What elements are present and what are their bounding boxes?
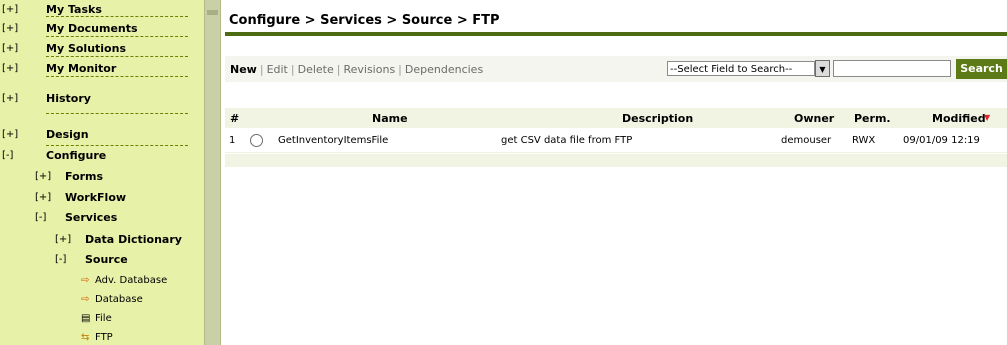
sidebar-item-design[interactable]: [+] Design	[0, 125, 204, 145]
sidebar-item-forms[interactable]: [+] Forms	[0, 167, 204, 187]
sidebar-item-workflow[interactable]: [+] WorkFlow	[0, 188, 204, 208]
sidebar-item-label[interactable]: Data Dictionary	[85, 230, 182, 250]
sidebar-item-history[interactable]: [+] History	[0, 89, 204, 109]
expand-toggle[interactable]: [+]	[2, 89, 18, 109]
ftp-icon: ⇆	[81, 332, 90, 343]
leaf-label[interactable]: Database	[95, 294, 143, 305]
expand-toggle[interactable]: [+]	[55, 230, 71, 250]
leaf-label[interactable]: File	[95, 313, 112, 324]
splitter-grip-icon[interactable]	[207, 10, 218, 15]
database-adv-icon: ⇨	[81, 275, 90, 286]
revisions-link[interactable]: Revisions	[343, 63, 395, 76]
separator: |	[336, 63, 341, 76]
sidebar-item-label[interactable]: Design	[46, 125, 89, 145]
toolbar: New | Edit | Delete | Revisions | Dependencies -…	[225, 56, 1007, 82]
expand-toggle[interactable]: [+]	[2, 39, 18, 59]
sidebar-item-label[interactable]: Forms	[65, 167, 103, 187]
sidebar-item-label[interactable]: History	[46, 89, 91, 109]
panel-splitter[interactable]	[204, 0, 221, 345]
new-link[interactable]: New	[230, 63, 257, 76]
separator: |	[259, 63, 264, 76]
sidebar-leaf-ftp[interactable]: ⇆ FTP	[81, 329, 113, 345]
sidebar-item-label[interactable]: Configure	[46, 146, 106, 166]
separator: |	[290, 63, 295, 76]
table-footer	[225, 154, 1007, 167]
row-name: GetInventoryItemsFile	[278, 135, 389, 146]
sidebar-item-label[interactable]: WorkFlow	[65, 188, 126, 208]
row-owner: demouser	[781, 135, 832, 146]
collapse-toggle[interactable]: [-]	[2, 146, 18, 166]
table-header: # Name Description Owner Perm. Modified …	[225, 108, 1007, 128]
expand-toggle[interactable]: [+]	[35, 167, 51, 187]
expand-toggle[interactable]: [+]	[2, 59, 18, 79]
row-select-radio[interactable]	[250, 134, 263, 147]
divider	[46, 76, 188, 77]
sidebar-item-source[interactable]: [-] Source	[0, 250, 204, 270]
search-button[interactable]: Search	[956, 59, 1007, 79]
expand-toggle[interactable]: [+]	[35, 188, 51, 208]
row-num: 1	[229, 135, 236, 146]
separator: |	[398, 63, 402, 76]
leaf-label[interactable]: FTP	[95, 332, 113, 343]
sidebar-leaf-adv-database[interactable]: ⇨ Adv. Database	[81, 272, 167, 290]
dependencies-link[interactable]: Dependencies	[405, 63, 483, 76]
title-underline	[225, 32, 1007, 36]
edit-link[interactable]: Edit	[267, 63, 288, 76]
column-header-modified[interactable]: Modified	[932, 112, 986, 125]
expand-toggle[interactable]: [+]	[2, 19, 18, 39]
delete-link[interactable]: Delete	[298, 63, 334, 76]
sidebar-item-my-tasks[interactable]: [+] My Tasks	[0, 0, 204, 20]
row-modified: 09/01/09 12:19	[903, 135, 980, 146]
divider	[46, 36, 188, 37]
column-header-owner[interactable]: Owner	[794, 112, 834, 125]
expand-toggle[interactable]: [+]	[2, 0, 18, 20]
sidebar: [+] My Tasks [+] My Documents [+] My Sol…	[0, 0, 204, 345]
leaf-label[interactable]: Adv. Database	[95, 275, 167, 286]
column-header-description[interactable]: Description	[622, 112, 693, 125]
sidebar-item-services[interactable]: [-] Services	[0, 208, 204, 228]
action-links: New | Edit | Delete | Revisions | Dependencies	[230, 63, 483, 76]
table-row[interactable]: 1 GetInventoryItemsFile get CSV data fil…	[225, 130, 1007, 153]
sidebar-item-configure[interactable]: [-] Configure	[0, 146, 204, 166]
file-icon: ▤	[81, 313, 91, 324]
database-icon: ⇨	[81, 294, 90, 305]
column-header-num: #	[230, 112, 240, 125]
collapse-toggle[interactable]: [-]	[35, 208, 51, 228]
search-input[interactable]	[833, 60, 951, 77]
search-field-select[interactable]: --Select Field to Search--	[667, 61, 815, 76]
row-description: get CSV data file from FTP	[501, 135, 633, 146]
column-header-name[interactable]: Name	[372, 112, 408, 125]
column-header-perm[interactable]: Perm.	[854, 112, 891, 125]
divider	[46, 113, 188, 114]
sidebar-item-label[interactable]: My Tasks	[46, 0, 102, 20]
sort-desc-icon[interactable]: ▼	[984, 113, 990, 122]
sidebar-leaf-file[interactable]: ▤ File	[81, 310, 112, 328]
main-panel: Configure > Services > Source > FTP New |…	[221, 0, 1007, 345]
collapse-toggle[interactable]: [-]	[55, 250, 71, 270]
divider	[46, 56, 188, 57]
expand-toggle[interactable]: [+]	[2, 125, 18, 145]
sidebar-item-label[interactable]: Services	[65, 208, 117, 228]
chevron-down-icon[interactable]: ▼	[815, 60, 830, 77]
sidebar-leaf-database[interactable]: ⇨ Database	[81, 291, 143, 309]
row-perm: RWX	[852, 135, 876, 146]
divider	[46, 16, 188, 17]
page-title: Configure > Services > Source > FTP	[229, 13, 500, 28]
sidebar-item-data-dictionary[interactable]: [+] Data Dictionary	[0, 230, 204, 250]
sidebar-item-label[interactable]: Source	[85, 250, 128, 270]
